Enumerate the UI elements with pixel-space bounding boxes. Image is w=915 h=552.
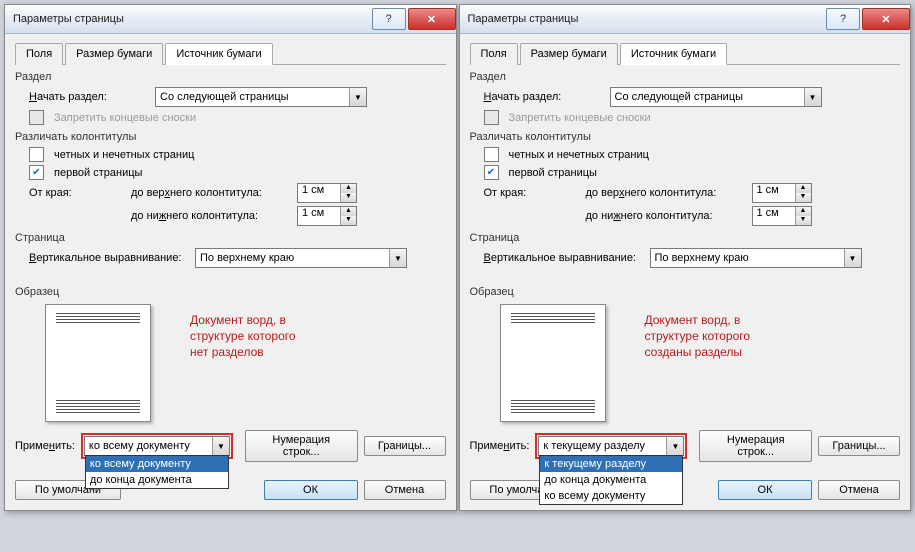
titlebar[interactable]: Параметры страницы ? ✕ bbox=[5, 5, 456, 34]
dropdown-option[interactable]: к текущему разделу bbox=[540, 456, 682, 472]
odd-even-label: четных и нечетных страниц bbox=[54, 149, 194, 161]
page-preview bbox=[45, 304, 151, 422]
tab-fields[interactable]: Поля bbox=[15, 43, 63, 65]
spin-up-icon[interactable]: ▲ bbox=[796, 207, 811, 216]
borders-button[interactable]: Границы... bbox=[364, 436, 446, 456]
start-section-label: Начать раздел: bbox=[484, 91, 604, 103]
dropdown-option[interactable]: ко всему документу bbox=[540, 488, 682, 504]
ok-button[interactable]: ОК bbox=[718, 480, 812, 500]
vert-align-combo[interactable]: По верхнему краю ▼ bbox=[195, 248, 407, 268]
first-page-checkbox[interactable] bbox=[484, 165, 499, 180]
window-title: Параметры страницы bbox=[468, 13, 825, 25]
spin-down-icon[interactable]: ▼ bbox=[796, 193, 811, 202]
close-button[interactable]: ✕ bbox=[862, 8, 910, 30]
suppress-endnotes-checkbox bbox=[484, 110, 499, 125]
spin-up-icon[interactable]: ▲ bbox=[796, 184, 811, 193]
tab-fields[interactable]: Поля bbox=[470, 43, 518, 65]
annotation-text: Документ ворд, в структуре которого созд… bbox=[645, 312, 751, 361]
titlebar[interactable]: Параметры страницы ? ✕ bbox=[460, 5, 911, 34]
help-button[interactable]: ? bbox=[826, 8, 860, 30]
spin-up-icon[interactable]: ▲ bbox=[341, 184, 356, 193]
start-section-combo[interactable]: Со следующей страницы ▼ bbox=[610, 87, 822, 107]
spin-up-icon[interactable]: ▲ bbox=[341, 207, 356, 216]
header-distance-spinner[interactable]: 1 см ▲▼ bbox=[752, 183, 812, 203]
footer-distance-spinner[interactable]: 1 см ▲▼ bbox=[752, 206, 812, 226]
chevron-down-icon[interactable]: ▼ bbox=[666, 437, 683, 455]
tab-paper-source[interactable]: Источник бумаги bbox=[165, 43, 272, 65]
footer-dist-label: до нижнего колонтитула: bbox=[586, 210, 746, 222]
vert-align-combo[interactable]: По верхнему краю ▼ bbox=[650, 248, 862, 268]
spin-down-icon[interactable]: ▼ bbox=[796, 216, 811, 225]
ok-button[interactable]: ОК bbox=[264, 480, 358, 500]
apply-to-label: Применить: bbox=[15, 440, 75, 452]
headers-heading: Различать колонтитулы bbox=[15, 131, 446, 143]
page-setup-dialog-left: Параметры страницы ? ✕ Поля Размер бумаг… bbox=[4, 4, 457, 511]
borders-button[interactable]: Границы... bbox=[818, 436, 900, 456]
tabstrip: Поля Размер бумаги Источник бумаги bbox=[15, 42, 446, 65]
header-dist-label: до верхнего колонтитула: bbox=[131, 187, 291, 199]
chevron-down-icon[interactable]: ▼ bbox=[844, 249, 861, 267]
headers-heading: Различать колонтитулы bbox=[470, 131, 901, 143]
first-page-checkbox[interactable] bbox=[29, 165, 44, 180]
section-heading: Раздел bbox=[15, 71, 446, 83]
odd-even-checkbox[interactable] bbox=[29, 147, 44, 162]
spin-down-icon[interactable]: ▼ bbox=[341, 193, 356, 202]
line-numbers-button[interactable]: Нумерация строк... bbox=[245, 430, 358, 462]
odd-even-label: четных и нечетных страниц bbox=[509, 149, 649, 161]
vert-align-label: Вертикальное выравнивание: bbox=[29, 252, 189, 264]
annotation-text: Документ ворд, в структуре которого нет … bbox=[190, 312, 296, 361]
suppress-endnotes-checkbox bbox=[29, 110, 44, 125]
from-edge-label: От края: bbox=[29, 187, 125, 199]
tabstrip: Поля Размер бумаги Источник бумаги bbox=[470, 42, 901, 65]
section-heading: Раздел bbox=[470, 71, 901, 83]
cancel-button[interactable]: Отмена bbox=[818, 480, 900, 500]
apply-to-dropdown: ко всему документу до конца документа bbox=[85, 455, 229, 489]
start-section-label: Начать раздел: bbox=[29, 91, 149, 103]
suppress-endnotes-label: Запретить концевые сноски bbox=[509, 112, 651, 124]
line-numbers-button[interactable]: Нумерация строк... bbox=[699, 430, 812, 462]
footer-dist-label: до нижнего колонтитула: bbox=[131, 210, 291, 222]
apply-to-label: Применить: bbox=[470, 440, 530, 452]
from-edge-label: От края: bbox=[484, 187, 580, 199]
page-heading: Страница bbox=[15, 232, 446, 244]
header-dist-label: до верхнего колонтитула: bbox=[586, 187, 746, 199]
sample-heading: Образец bbox=[15, 286, 446, 298]
footer-distance-spinner[interactable]: 1 см ▲▼ bbox=[297, 206, 357, 226]
spin-down-icon[interactable]: ▼ bbox=[341, 216, 356, 225]
chevron-down-icon[interactable]: ▼ bbox=[212, 437, 229, 455]
odd-even-checkbox[interactable] bbox=[484, 147, 499, 162]
page-heading: Страница bbox=[470, 232, 901, 244]
page-setup-dialog-right: Параметры страницы ? ✕ Поля Размер бумаг… bbox=[459, 4, 912, 511]
dropdown-option[interactable]: до конца документа bbox=[86, 472, 228, 488]
header-distance-spinner[interactable]: 1 см ▲▼ bbox=[297, 183, 357, 203]
close-button[interactable]: ✕ bbox=[408, 8, 456, 30]
tab-paper-size[interactable]: Размер бумаги bbox=[65, 43, 163, 65]
apply-to-combo[interactable]: к текущему разделу ▼ к текущему разделу … bbox=[538, 436, 684, 456]
chevron-down-icon[interactable]: ▼ bbox=[389, 249, 406, 267]
help-button[interactable]: ? bbox=[372, 8, 406, 30]
first-page-label: первой страницы bbox=[54, 167, 142, 179]
start-section-combo[interactable]: Со следующей страницы ▼ bbox=[155, 87, 367, 107]
apply-to-combo[interactable]: ко всему документу ▼ ко всему документу … bbox=[84, 436, 230, 456]
chevron-down-icon[interactable]: ▼ bbox=[349, 88, 366, 106]
dropdown-option[interactable]: ко всему документу bbox=[86, 456, 228, 472]
cancel-button[interactable]: Отмена bbox=[364, 480, 446, 500]
chevron-down-icon[interactable]: ▼ bbox=[804, 88, 821, 106]
first-page-label: первой страницы bbox=[509, 167, 597, 179]
window-title: Параметры страницы bbox=[13, 13, 370, 25]
vert-align-label: Вертикальное выравнивание: bbox=[484, 252, 644, 264]
sample-heading: Образец bbox=[470, 286, 901, 298]
tab-paper-source[interactable]: Источник бумаги bbox=[620, 43, 727, 65]
apply-to-dropdown: к текущему разделу до конца документа ко… bbox=[539, 455, 683, 505]
suppress-endnotes-label: Запретить концевые сноски bbox=[54, 112, 196, 124]
page-preview bbox=[500, 304, 606, 422]
dropdown-option[interactable]: до конца документа bbox=[540, 472, 682, 488]
tab-paper-size[interactable]: Размер бумаги bbox=[520, 43, 618, 65]
